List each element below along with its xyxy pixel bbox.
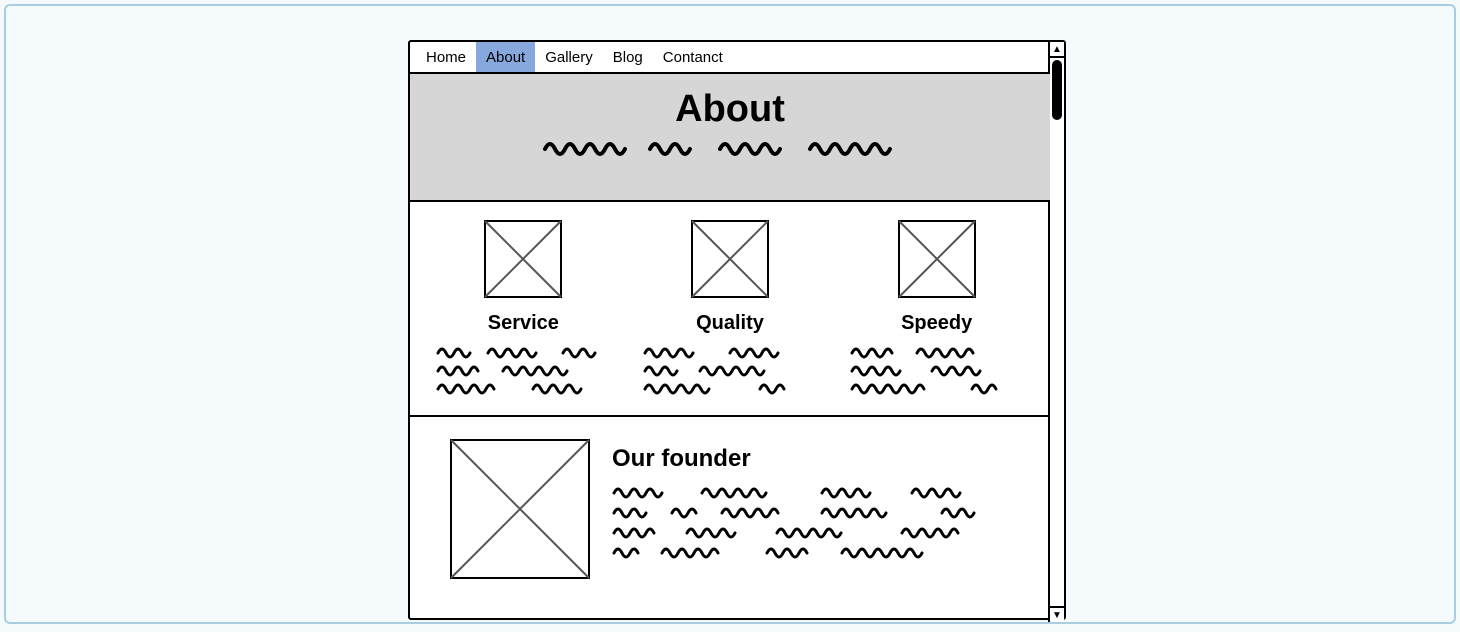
feature-text-placeholder bbox=[635, 343, 825, 397]
browser-window: Home About Gallery Blog Contanct ▲ ▼ Abo… bbox=[408, 40, 1066, 620]
image-placeholder-icon bbox=[450, 439, 590, 584]
feature-text-placeholder bbox=[428, 343, 618, 397]
hero-section: About bbox=[410, 74, 1050, 202]
nav-item-about[interactable]: About bbox=[476, 42, 535, 72]
features-section: Service Quality bbox=[410, 202, 1050, 417]
image-placeholder-icon bbox=[428, 220, 618, 298]
feature-text-placeholder bbox=[842, 343, 1032, 397]
page-content: About Service bbox=[410, 74, 1050, 622]
nav-item-blog[interactable]: Blog bbox=[603, 42, 653, 72]
founder-title: Our founder bbox=[612, 445, 1014, 473]
feature-speedy: Speedy bbox=[842, 220, 1032, 397]
image-placeholder-icon bbox=[842, 220, 1032, 298]
founder-body-placeholder bbox=[612, 483, 1014, 573]
nav-item-contact[interactable]: Contanct bbox=[653, 42, 733, 72]
nav-item-gallery[interactable]: Gallery bbox=[535, 42, 603, 72]
image-placeholder-icon bbox=[635, 220, 825, 298]
scroll-up-button[interactable]: ▲ bbox=[1050, 42, 1064, 58]
feature-quality: Quality bbox=[635, 220, 825, 397]
hero-subtitle-placeholder bbox=[410, 135, 1050, 157]
scroll-down-button[interactable]: ▼ bbox=[1050, 606, 1064, 622]
scroll-thumb[interactable] bbox=[1052, 60, 1062, 120]
feature-title: Speedy bbox=[842, 312, 1032, 335]
scrollbar[interactable]: ▲ ▼ bbox=[1048, 42, 1064, 622]
founder-section: Our founder bbox=[410, 417, 1050, 594]
feature-title: Quality bbox=[635, 312, 825, 335]
founder-text: Our founder bbox=[612, 439, 1014, 584]
feature-service: Service bbox=[428, 220, 618, 397]
page-title: About bbox=[410, 88, 1050, 131]
nav-item-home[interactable]: Home bbox=[416, 42, 476, 72]
navbar: Home About Gallery Blog Contanct bbox=[410, 42, 1050, 74]
feature-title: Service bbox=[428, 312, 618, 335]
